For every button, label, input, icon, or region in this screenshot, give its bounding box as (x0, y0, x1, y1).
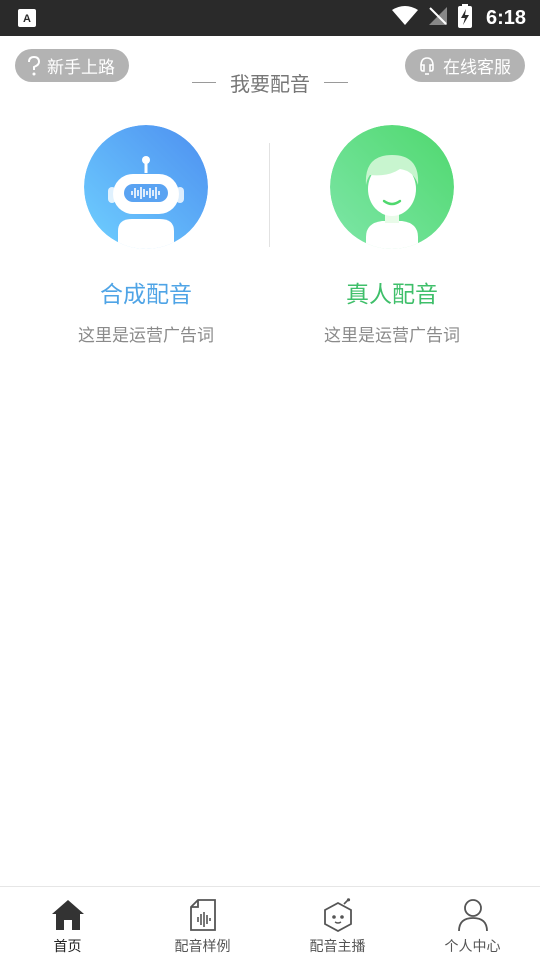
page-title-text: 我要配音 (230, 72, 310, 96)
title-right-dash (324, 82, 348, 83)
robot-icon (84, 125, 208, 249)
clock: 6:18 (485, 6, 526, 29)
person-avatar (330, 125, 454, 249)
synthetic-dubbing-title: 合成配音 (100, 282, 192, 308)
bottom-nav: 首页 配音样例 配音主播 个人中心 (0, 886, 540, 960)
user-icon (455, 897, 491, 933)
human-dubbing-title: 真人配音 (346, 282, 438, 308)
nav-profile[interactable]: 个人中心 (405, 887, 540, 960)
headset-icon (417, 56, 437, 76)
nav-dubbing-samples-label: 配音样例 (174, 939, 231, 955)
nav-voice-anchors[interactable]: 配音主播 (270, 887, 405, 960)
human-dubbing-subtitle: 这里是运营广告词 (324, 326, 460, 346)
synthetic-dubbing-card[interactable]: 合成配音 这里是运营广告词 (46, 125, 246, 346)
online-service-label: 在线客服 (443, 58, 511, 78)
human-dubbing-card[interactable]: 真人配音 这里是运营广告词 (292, 125, 492, 346)
nav-voice-anchors-label: 配音主播 (309, 939, 366, 955)
nav-dubbing-samples[interactable]: 配音样例 (135, 887, 270, 960)
synthetic-dubbing-subtitle: 这里是运营广告词 (78, 326, 214, 346)
card-divider (269, 143, 270, 247)
svg-text:A: A (23, 13, 31, 25)
title-left-dash (192, 82, 216, 83)
battery-charging-icon (457, 4, 472, 32)
nav-home-label: 首页 (53, 939, 82, 955)
online-service-button[interactable]: 在线客服 (405, 49, 525, 82)
system-icons: 6:18 (391, 4, 526, 32)
wifi-icon (391, 6, 418, 30)
robot-avatar (84, 125, 208, 249)
home-icon (50, 897, 86, 933)
app-notification-icon: A (18, 9, 36, 27)
nav-profile-label: 个人中心 (444, 939, 501, 955)
no-signal-icon (428, 6, 448, 30)
nav-home[interactable]: 首页 (0, 887, 135, 960)
status-bar: A 6:18 (0, 0, 540, 36)
audio-file-icon (185, 897, 221, 933)
robot-icon (320, 897, 356, 933)
person-icon (330, 125, 454, 249)
